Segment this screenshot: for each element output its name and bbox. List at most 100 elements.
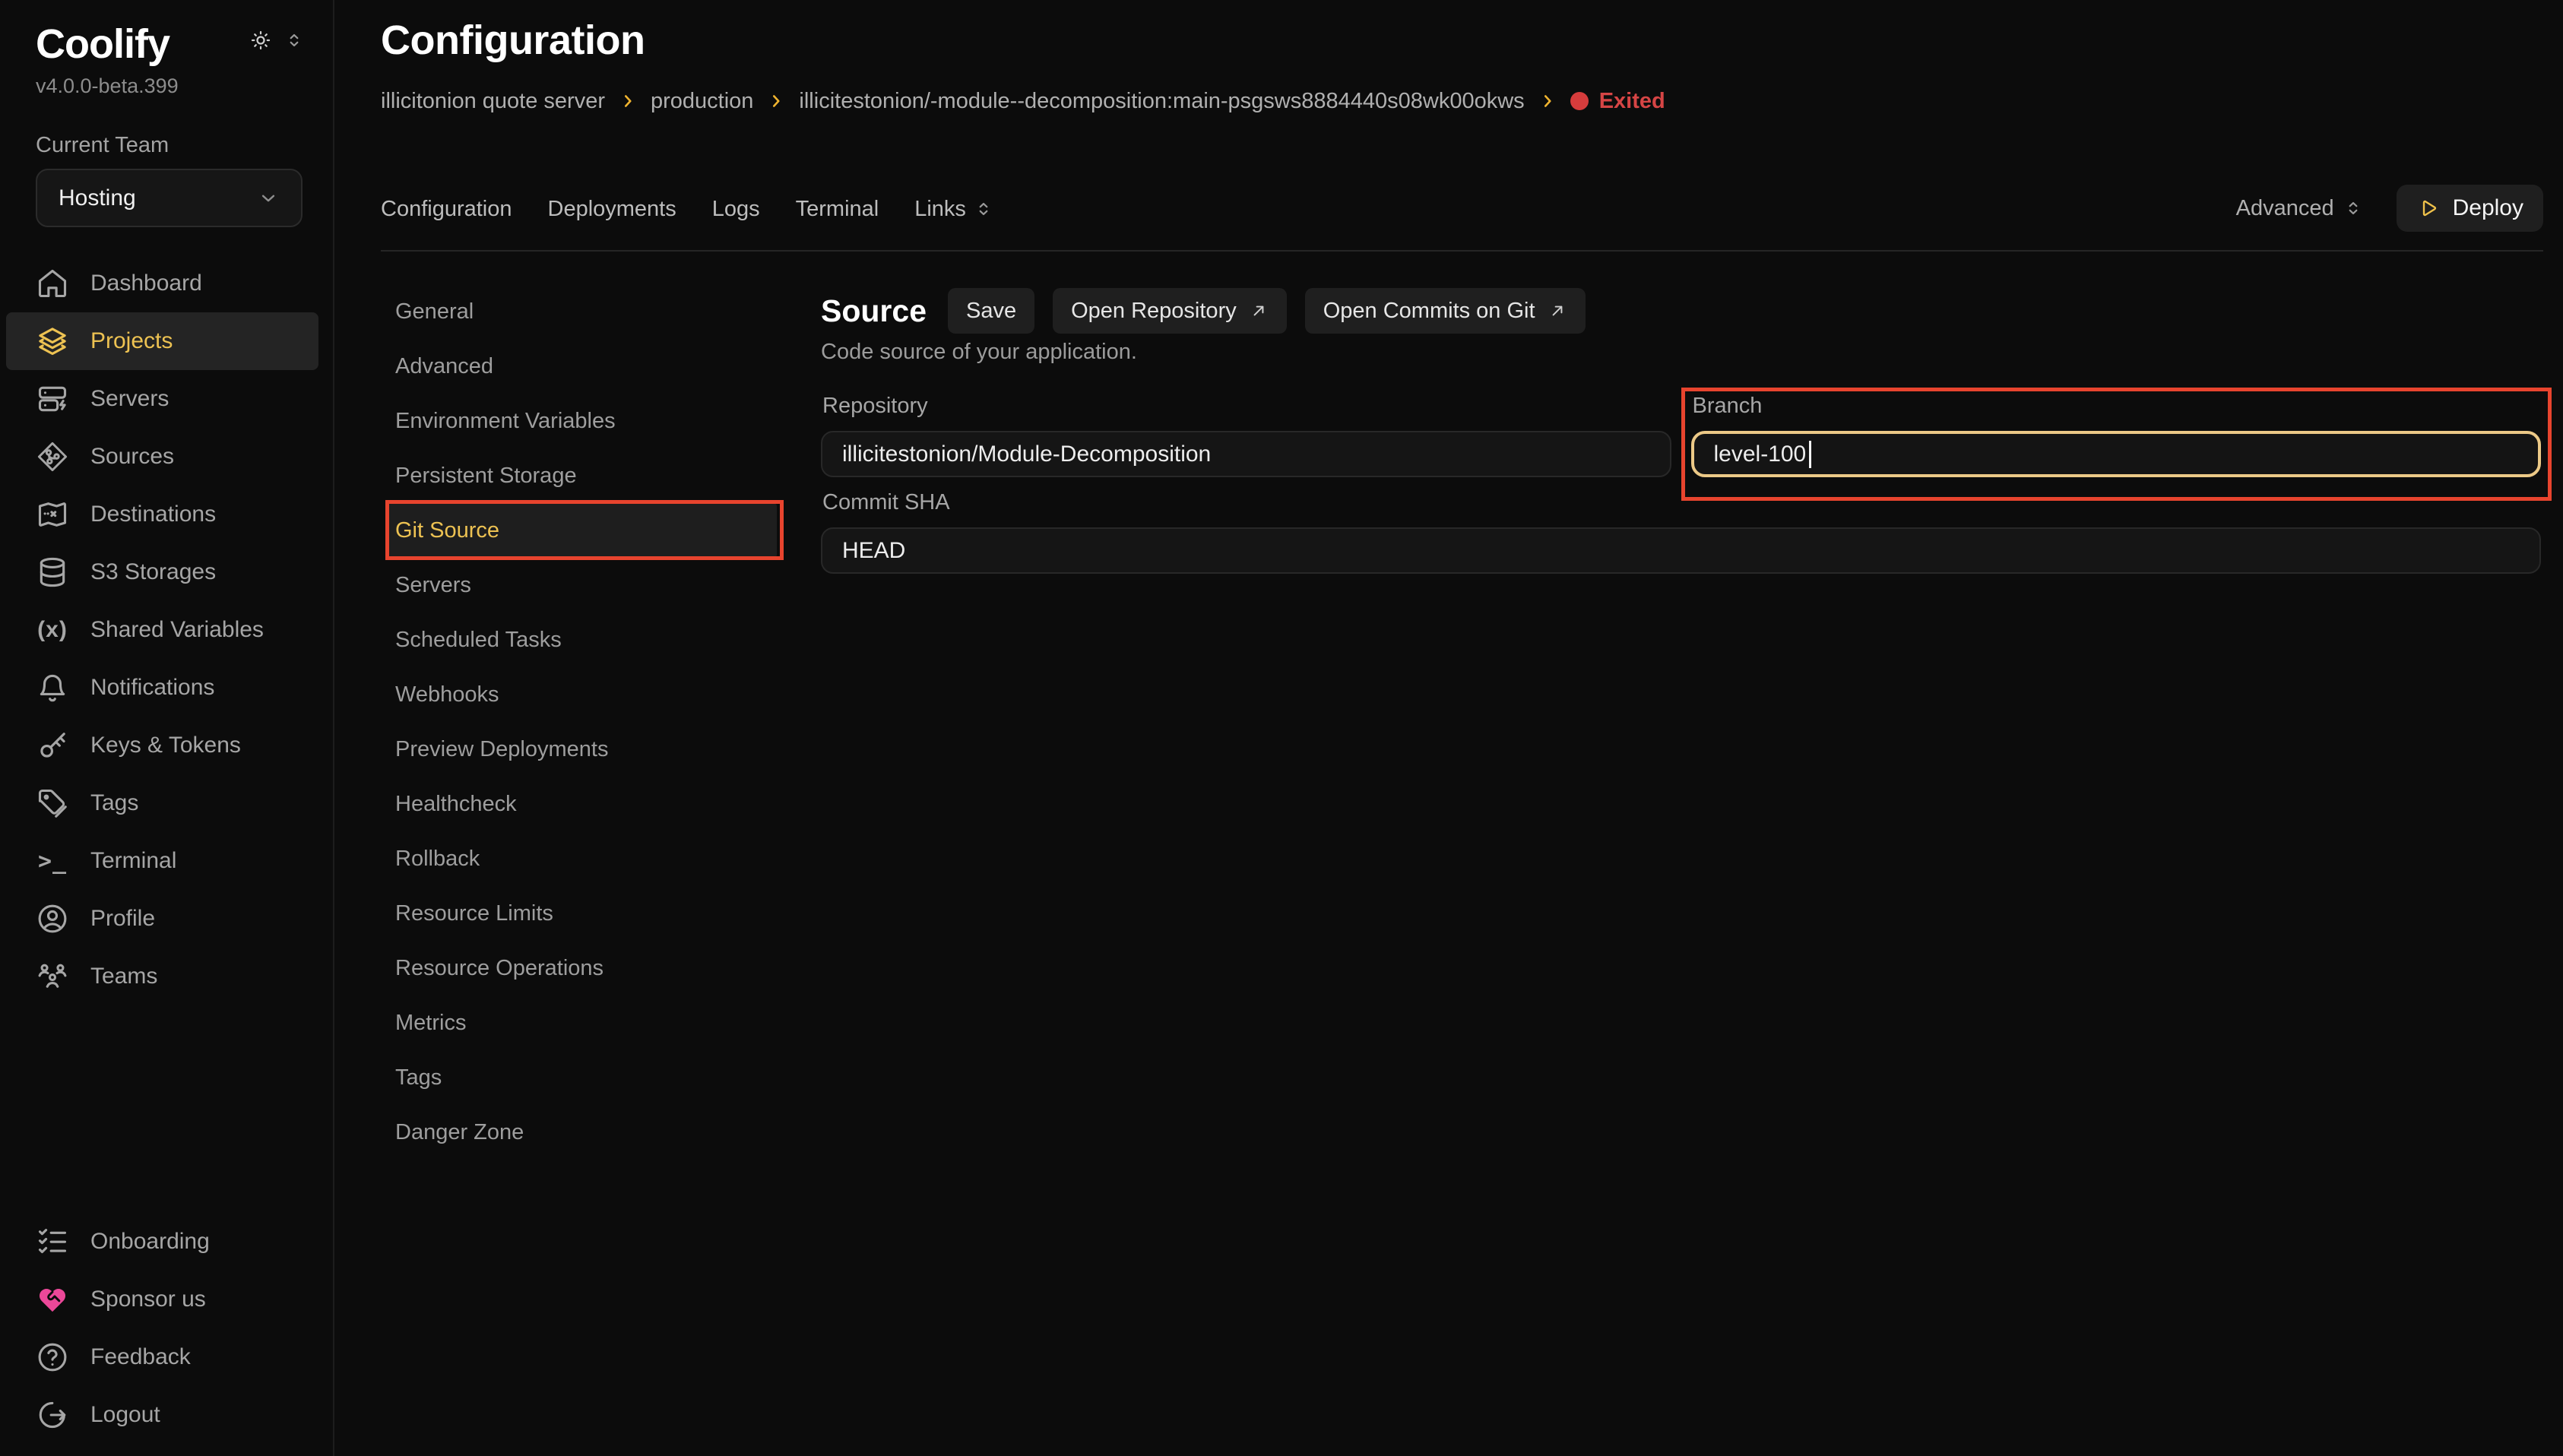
external-link-icon — [1548, 301, 1567, 321]
sidebar-item-label: Destinations — [90, 502, 216, 527]
branch-value: level-100 — [1714, 442, 1807, 467]
status-badge: Exited — [1570, 89, 1665, 114]
open-commits-button[interactable]: Open Commits on Git — [1305, 288, 1586, 334]
commit-sha-value: HEAD — [842, 538, 905, 564]
sidebar-item-onboarding[interactable]: Onboarding — [6, 1213, 318, 1271]
deploy-label: Deploy — [2453, 195, 2523, 221]
configuration-subnav: General Advanced Environment Variables P… — [388, 284, 777, 1160]
tab-links[interactable]: Links — [914, 197, 993, 222]
sidebar-item-feedback[interactable]: Feedback — [6, 1328, 318, 1386]
sidebar-item-label: Projects — [90, 328, 173, 354]
theme-switcher[interactable] — [249, 29, 304, 52]
subnav-item-rollback[interactable]: Rollback — [388, 831, 777, 886]
tab-deployments[interactable]: Deployments — [548, 197, 676, 222]
breadcrumb-project[interactable]: illicitonion quote server — [381, 89, 605, 114]
tab-logs[interactable]: Logs — [712, 197, 760, 222]
repository-field-group: Repository illicitestonion/Module-Decomp… — [821, 384, 1671, 477]
sidebar-item-destinations[interactable]: Destinations — [6, 486, 318, 543]
sidebar-item-label: Dashboard — [90, 271, 202, 296]
open-repository-label: Open Repository — [1071, 299, 1237, 324]
page-title: Configuration — [381, 17, 645, 64]
sidebar-item-profile[interactable]: Profile — [6, 890, 318, 948]
branch-input[interactable]: level-100 — [1691, 431, 2542, 477]
subnav-item-environment-variables[interactable]: Environment Variables — [388, 394, 777, 448]
save-button[interactable]: Save — [948, 288, 1034, 334]
text-cursor — [1809, 441, 1811, 468]
sidebar: Coolify v4.0.0-beta.399 Current Team Hos… — [0, 0, 334, 1456]
subnav-item-scheduled-tasks[interactable]: Scheduled Tasks — [388, 612, 777, 667]
tab-label: Terminal — [796, 197, 879, 222]
database-icon — [36, 555, 69, 589]
sidebar-item-label: Notifications — [90, 675, 214, 701]
terminal-icon: >_ — [36, 848, 69, 875]
git-fork-icon — [36, 440, 69, 473]
open-commits-label: Open Commits on Git — [1323, 299, 1535, 324]
sidebar-nav: Dashboard Projects Servers Sources Desti… — [0, 255, 333, 1005]
subnav-item-tags[interactable]: Tags — [388, 1050, 777, 1105]
breadcrumb-resource[interactable]: illicitestonion/-module--decomposition:m… — [799, 89, 1524, 114]
sidebar-item-tags[interactable]: Tags — [6, 774, 318, 832]
sidebar-item-dashboard[interactable]: Dashboard — [6, 255, 318, 312]
tab-label: Configuration — [381, 197, 512, 222]
sidebar-item-keys-tokens[interactable]: Keys & Tokens — [6, 717, 318, 774]
sidebar-item-s3-storages[interactable]: S3 Storages — [6, 543, 318, 601]
subnav-item-preview-deployments[interactable]: Preview Deployments — [388, 722, 777, 777]
heart-handshake-icon — [36, 1283, 69, 1316]
sidebar-item-label: Terminal — [90, 848, 176, 874]
sidebar-item-terminal[interactable]: >_ Terminal — [6, 832, 318, 890]
repository-input[interactable]: illicitestonion/Module-Decomposition — [821, 431, 1671, 477]
breadcrumb-environment[interactable]: production — [651, 89, 753, 114]
subnav-item-healthcheck[interactable]: Healthcheck — [388, 777, 777, 831]
subnav-item-webhooks[interactable]: Webhooks — [388, 667, 777, 722]
sidebar-item-label: Logout — [90, 1402, 160, 1428]
source-section-header: Source Save Open Repository Open Commits… — [821, 287, 1586, 334]
subnav-item-resource-operations[interactable]: Resource Operations — [388, 941, 777, 995]
app-logo[interactable]: Coolify — [36, 20, 169, 68]
save-label: Save — [966, 299, 1016, 324]
sun-icon[interactable] — [249, 29, 272, 52]
key-icon — [36, 729, 69, 762]
open-repository-button[interactable]: Open Repository — [1053, 288, 1287, 334]
advanced-dropdown[interactable]: Advanced — [2236, 196, 2363, 221]
variable-icon: (x) — [36, 617, 69, 643]
team-select[interactable]: Hosting — [36, 169, 303, 227]
commit-sha-input[interactable]: HEAD — [821, 527, 2541, 574]
subnav-item-advanced[interactable]: Advanced — [388, 339, 777, 394]
subnav-item-servers[interactable]: Servers — [388, 558, 777, 612]
sidebar-item-sources[interactable]: Sources — [6, 428, 318, 486]
subnav-item-persistent-storage[interactable]: Persistent Storage — [388, 448, 777, 503]
team-select-value: Hosting — [59, 185, 136, 211]
sidebar-item-sponsor-us[interactable]: Sponsor us — [6, 1271, 318, 1328]
app-version: v4.0.0-beta.399 — [0, 74, 333, 98]
current-team-label: Current Team — [0, 133, 333, 158]
user-circle-icon — [36, 902, 69, 935]
tab-configuration[interactable]: Configuration — [381, 197, 512, 222]
tab-terminal[interactable]: Terminal — [796, 197, 879, 222]
chevron-right-icon — [618, 91, 638, 111]
chevron-right-icon — [1538, 91, 1557, 111]
sidebar-item-label: Onboarding — [90, 1229, 210, 1255]
users-icon — [36, 960, 69, 993]
subnav-item-resource-limits[interactable]: Resource Limits — [388, 886, 777, 941]
sidebar-item-label: Sources — [90, 444, 174, 470]
sidebar-item-notifications[interactable]: Notifications — [6, 659, 318, 717]
deploy-button[interactable]: Deploy — [2397, 185, 2543, 232]
sidebar-item-projects[interactable]: Projects — [6, 312, 318, 370]
resource-tabs: Configuration Deployments Logs Terminal … — [381, 187, 993, 231]
sidebar-item-servers[interactable]: Servers — [6, 370, 318, 428]
sidebar-header: Coolify — [0, 0, 333, 68]
commit-sha-label: Commit SHA — [822, 490, 2541, 515]
subnav-item-git-source[interactable]: Git Source — [388, 503, 777, 558]
sidebar-item-label: S3 Storages — [90, 559, 216, 585]
source-fields-row: Repository illicitestonion/Module-Decomp… — [821, 384, 2541, 477]
repository-label: Repository — [822, 394, 1671, 419]
sidebar-item-label: Sponsor us — [90, 1287, 206, 1312]
subnav-item-danger-zone[interactable]: Danger Zone — [388, 1105, 777, 1160]
advanced-label: Advanced — [2236, 196, 2334, 221]
sidebar-item-logout[interactable]: Logout — [6, 1386, 318, 1444]
subnav-item-general[interactable]: General — [388, 284, 777, 339]
sidebar-item-shared-variables[interactable]: (x) Shared Variables — [6, 601, 318, 659]
sidebar-item-teams[interactable]: Teams — [6, 948, 318, 1005]
unfold-icon[interactable] — [284, 30, 304, 50]
subnav-item-metrics[interactable]: Metrics — [388, 995, 777, 1050]
